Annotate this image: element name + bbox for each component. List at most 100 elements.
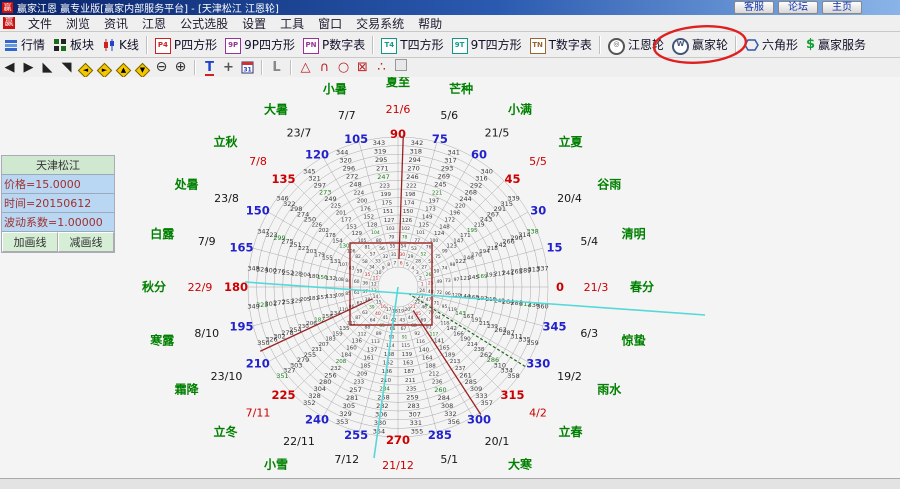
- svg-text:68: 68: [411, 323, 417, 329]
- svg-text:82: 82: [355, 254, 361, 260]
- toolbar-separator: [146, 36, 148, 54]
- svg-text:24: 24: [419, 288, 425, 294]
- menu-item-9[interactable]: 帮助: [411, 14, 449, 33]
- solar-term-label: 大暑: [264, 102, 288, 117]
- panel-button-0[interactable]: 加画线: [2, 232, 58, 252]
- svg-text:129: 129: [352, 231, 363, 237]
- svg-text:272: 272: [346, 173, 358, 181]
- toolbar-button-1[interactable]: 板块: [49, 34, 98, 55]
- solar-term-label: 小雪: [264, 457, 288, 472]
- svg-text:125: 125: [419, 222, 430, 228]
- triangle-tool-icon[interactable]: △: [296, 59, 315, 76]
- toolbar-button-label: T四方形: [400, 36, 443, 53]
- menu-item-6[interactable]: 工具: [273, 14, 311, 33]
- box-tool-icon[interactable]: ⊠: [353, 59, 372, 76]
- svg-text:32: 32: [383, 254, 389, 260]
- toolbar-button-9[interactable]: ◎江恩轮: [604, 33, 668, 57]
- svg-text:212: 212: [429, 371, 440, 377]
- toolbar-button-4[interactable]: 9P9P四方形: [221, 34, 299, 56]
- svg-text:8: 8: [387, 262, 390, 268]
- calendar-icon[interactable]: 31: [238, 59, 257, 76]
- diamond-down-icon[interactable]: ▼: [133, 59, 152, 76]
- arrow-down-icon[interactable]: ◥: [57, 59, 76, 76]
- svg-text:172: 172: [444, 217, 455, 223]
- angle-tool-icon[interactable]: L: [267, 59, 286, 76]
- parameter-rows: 价格=15.0000时间=20150612波动系数=1.00000: [2, 175, 114, 232]
- toolbar-button-10[interactable]: W赢家轮: [668, 33, 732, 57]
- toolbar-button-7[interactable]: 9T9T四方形: [448, 34, 526, 56]
- svg-text:41: 41: [383, 315, 389, 321]
- diamond-left-icon[interactable]: ◄: [76, 59, 95, 76]
- arc-tool-icon[interactable]: ∩: [315, 59, 334, 76]
- svg-text:347: 347: [257, 228, 269, 236]
- panel-button-1[interactable]: 减画线: [58, 232, 114, 252]
- toolbar-button-0[interactable]: 行情: [0, 34, 49, 55]
- svg-text:152: 152: [364, 214, 375, 220]
- toolbar-button-11[interactable]: 六角形: [740, 34, 802, 55]
- toolbar-button-12[interactable]: $赢家服务: [802, 34, 870, 55]
- points-tool-icon[interactable]: ∴: [372, 59, 391, 76]
- arrow-up-icon[interactable]: ◣: [38, 59, 57, 76]
- arrow-left-icon[interactable]: ◀: [0, 59, 19, 76]
- plus-tool-icon[interactable]: +: [219, 59, 238, 76]
- panel-button-group: 加画线减画线: [2, 232, 114, 252]
- svg-text:332: 332: [444, 410, 456, 418]
- arrow-right-icon[interactable]: ▶: [19, 59, 38, 76]
- svg-text:343: 343: [373, 139, 385, 147]
- svg-text:78: 78: [402, 235, 408, 241]
- svg-text:202: 202: [318, 228, 329, 234]
- menu-item-3[interactable]: 江恩: [135, 14, 173, 33]
- toolbar-button-5[interactable]: PNP数字表: [299, 34, 369, 56]
- titlebar-button-2[interactable]: 主页: [822, 1, 862, 14]
- menu-item-8[interactable]: 交易系统: [349, 14, 411, 33]
- degree-label: 150: [246, 204, 270, 218]
- solar-term-label: 立春: [559, 424, 584, 439]
- menu-item-7[interactable]: 窗口: [311, 14, 349, 33]
- menu-item-0[interactable]: 文件: [21, 14, 59, 33]
- menu-item-1[interactable]: 浏览: [59, 14, 97, 33]
- menu-item-4[interactable]: 公式选股: [173, 14, 235, 33]
- zoom-in-icon[interactable]: ⊕: [171, 59, 190, 76]
- degree-label: 330: [526, 357, 550, 371]
- svg-text:43: 43: [399, 317, 405, 323]
- solar-term-label: 大寒: [508, 457, 532, 472]
- svg-text:195: 195: [467, 228, 478, 234]
- menu-item-5[interactable]: 设置: [235, 14, 273, 33]
- toolbar-button-label: 9T四方形: [471, 36, 522, 53]
- text-tool-icon[interactable]: T: [200, 59, 219, 76]
- svg-text:58: 58: [362, 259, 368, 265]
- toolbar-button-2[interactable]: K线: [98, 34, 143, 55]
- ninet-square-icon: 9T: [452, 36, 468, 54]
- p-table-icon: PN: [303, 36, 319, 54]
- p-square-icon: P4: [155, 36, 171, 54]
- svg-text:5: 5: [406, 262, 409, 268]
- toolbar-button-6[interactable]: T4T四方形: [377, 34, 447, 56]
- diamond-right-icon[interactable]: ►: [95, 59, 114, 76]
- svg-text:305: 305: [343, 402, 355, 410]
- svg-text:117: 117: [430, 331, 439, 337]
- toolbar-button-8[interactable]: TNT数字表: [526, 34, 596, 56]
- svg-text:103: 103: [386, 226, 395, 232]
- svg-text:28: 28: [415, 258, 421, 264]
- svg-text:81: 81: [364, 245, 370, 251]
- degree-label: 45: [505, 172, 521, 186]
- svg-text:329: 329: [339, 410, 351, 418]
- toolbar-button-3[interactable]: P4P四方形: [151, 34, 221, 56]
- svg-text:137: 137: [367, 347, 378, 353]
- svg-text:7: 7: [393, 260, 396, 266]
- svg-text:6: 6: [400, 260, 403, 266]
- menu-item-2[interactable]: 资讯: [97, 14, 135, 33]
- svg-text:44: 44: [408, 315, 414, 321]
- titlebar-button-0[interactable]: 客服: [734, 1, 774, 14]
- gann-wheel-canvas[interactable]: 1234567891011121314151617181920212223242…: [0, 77, 900, 478]
- titlebar-button-1[interactable]: 论坛: [778, 1, 818, 14]
- diamond-up-icon[interactable]: ▲: [114, 59, 133, 76]
- toolbar-separator: [372, 36, 374, 54]
- svg-text:71: 71: [434, 301, 440, 307]
- zoom-out-icon[interactable]: ⊖: [152, 59, 171, 76]
- circle-tool-icon[interactable]: ○: [334, 59, 353, 76]
- svg-text:75: 75: [435, 254, 441, 260]
- svg-text:60: 60: [354, 279, 360, 285]
- date-label: 5/1: [440, 453, 458, 466]
- select-box-icon[interactable]: [391, 59, 410, 76]
